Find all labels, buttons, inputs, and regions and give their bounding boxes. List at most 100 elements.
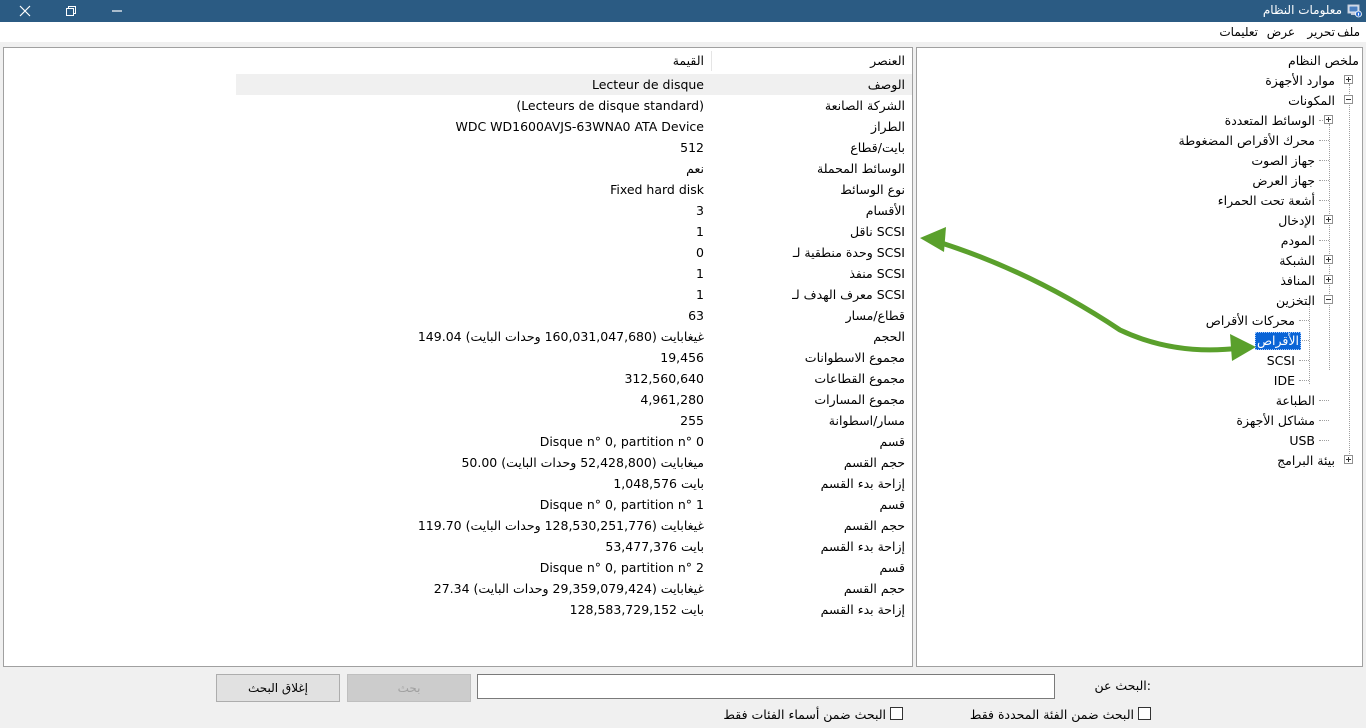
expand-software-env-icon[interactable] [1344, 455, 1353, 464]
expand-ports-icon[interactable] [1324, 275, 1333, 284]
tree-item-sound-device[interactable]: جهاز الصوت [1251, 153, 1315, 169]
collapse-components-icon[interactable] [1344, 95, 1353, 104]
menu-edit[interactable]: تحرير [1307, 25, 1335, 39]
table-cell-value: 4,961,280 [640, 392, 704, 407]
tree-item-ports[interactable]: المنافذ [1280, 273, 1315, 289]
table-cell-value: WDC WD1600AVJS-63WNA0 ATA Device [455, 119, 704, 134]
tree-item-cd-rom[interactable]: محرك الأقراص المضغوطة [1179, 133, 1315, 149]
search-input[interactable] [477, 674, 1055, 699]
close-icon [19, 5, 31, 17]
table-cell-item: قسم [879, 434, 905, 449]
expand-multimedia-icon[interactable] [1324, 115, 1333, 124]
search-category-names-checkbox[interactable] [890, 707, 903, 720]
tree-connector [1319, 180, 1329, 181]
table-cell-item: وحدة منطقية لـ SCSI [792, 245, 905, 260]
tree-item-display[interactable]: جهاز العرض [1252, 173, 1315, 189]
table-cell-item: الأقسام [865, 203, 905, 218]
tree-item-drives[interactable]: محركات الأقراص [1206, 313, 1295, 329]
menu-view[interactable]: عرض [1267, 25, 1295, 39]
column-separator[interactable] [711, 51, 712, 71]
tree-item-software-environment[interactable]: بيئة البرامج [1277, 453, 1335, 469]
minimize-button[interactable] [94, 0, 140, 22]
table-cell-value: 128,583,729,152 بايت [569, 602, 704, 617]
table-cell-item: إزاحة بدء القسم [820, 602, 905, 617]
table-cell-item: مجموع المسارات [814, 392, 905, 407]
restore-button[interactable] [48, 0, 94, 22]
table-cell-value: 19,456 [660, 350, 704, 365]
menu-help[interactable]: تعليمات [1219, 25, 1258, 39]
table-cell-value: Disque n° 0, partition n° 1 [539, 497, 704, 512]
tree-connector [1329, 124, 1330, 370]
table-cell-item: حجم القسم [843, 455, 905, 470]
table-cell-item: الوصف [867, 77, 905, 92]
table-cell-item: معرف الهدف لـ SCSI [792, 287, 905, 302]
table-cell-item: الحجم [873, 329, 905, 344]
table-cell-item: حجم القسم [843, 518, 905, 533]
search-selected-category-label[interactable]: البحث ضمن الفئة المحددة فقط [970, 707, 1134, 722]
table-cell-item: بايت/قطاع [850, 140, 905, 155]
tree-item-problem-devices[interactable]: مشاكل الأجهزة [1236, 413, 1315, 429]
table-cell-value: Disque n° 0, partition n° 0 [539, 434, 704, 449]
tree-item-hardware-resources[interactable]: موارد الأجهزة [1265, 73, 1335, 89]
table-cell-value: Fixed hard disk [610, 182, 704, 197]
search-label: البحث عن: [1094, 678, 1151, 693]
tree-item-storage[interactable]: التخزين [1276, 293, 1315, 309]
table-cell-item: قسم [879, 497, 905, 512]
window-title: معلومات النظام [1262, 3, 1342, 17]
tree-item-system-summary[interactable]: ملخص النظام [1288, 53, 1359, 69]
table-cell-item: قسم [879, 560, 905, 575]
search-category-names-label[interactable]: البحث ضمن أسماء الفئات فقط [723, 707, 886, 722]
table-cell-value: 1,048,576 بايت [613, 476, 704, 491]
table-cell-value: 312,560,640 [624, 371, 704, 386]
table-cell-value: 255 [680, 413, 704, 428]
menu-file[interactable]: ملف [1337, 25, 1360, 39]
tree-item-input[interactable]: الإدخال [1278, 213, 1315, 229]
find-button[interactable]: بحث [347, 674, 471, 702]
table-cell-value: 149.04 غيغابايت (160,031,047,680 وحدات ا… [417, 329, 704, 344]
table-cell-item: مسار/اسطوانة [828, 413, 905, 428]
table-cell-item: مجموع القطاعات [814, 371, 905, 386]
expand-hardware-resources-icon[interactable] [1344, 75, 1353, 84]
column-header-item[interactable]: العنصر [870, 53, 905, 68]
tree-item-printing[interactable]: الطباعة [1276, 393, 1315, 409]
tree-item-components[interactable]: المكونات [1288, 93, 1335, 109]
search-selected-category-checkbox[interactable] [1138, 707, 1151, 720]
table-cell-value: 512 [680, 140, 704, 155]
tree-item-disks[interactable]: الأقراص [1254, 332, 1301, 350]
expand-input-icon[interactable] [1324, 215, 1333, 224]
table-cell-value: 119.70 غيغابايت (128,530,251,776 وحدات ا… [417, 518, 704, 533]
table-cell-value: Disque n° 0, partition n° 2 [539, 560, 704, 575]
close-find-button[interactable]: إغلاق البحث [216, 674, 340, 702]
table-cell-value: (Lecteurs de disque standard) [516, 98, 704, 113]
table-cell-item: نوع الوسائط [840, 182, 905, 197]
tree-item-network[interactable]: الشبكة [1279, 253, 1315, 269]
tree-item-multimedia[interactable]: الوسائط المتعددة [1225, 113, 1315, 129]
close-button[interactable] [2, 0, 48, 22]
column-header-value[interactable]: القيمة [673, 53, 704, 68]
category-tree[interactable]: ملخص النظام موارد الأجهزة المكونات الوسا… [916, 47, 1363, 667]
table-cell-item: إزاحة بدء القسم [820, 539, 905, 554]
minimize-icon [112, 10, 122, 12]
title-bar: معلومات النظام [0, 0, 1366, 22]
tree-item-usb[interactable]: USB [1289, 433, 1315, 449]
tree-item-infrared[interactable]: أشعة تحت الحمراء [1218, 193, 1315, 209]
table-cell-item: ناقل SCSI [850, 224, 905, 239]
expand-network-icon[interactable] [1324, 255, 1333, 264]
collapse-storage-icon[interactable] [1324, 295, 1333, 304]
table-cell-value: 53,477,376 بايت [605, 539, 704, 554]
table-cell-value: 0 [696, 245, 704, 260]
tree-item-scsi[interactable]: SCSI [1267, 353, 1295, 369]
table-cell-value: نعم [686, 161, 704, 176]
table-cell-item: الشركة الصانعة [824, 98, 905, 113]
tree-connector [1309, 304, 1310, 384]
details-list[interactable]: العنصر القيمة الوصف Lecteur de disque الشر… [3, 47, 913, 667]
tree-connector [1349, 84, 1350, 462]
tree-connector [1299, 380, 1309, 381]
tree-item-modem[interactable]: المودم [1281, 233, 1315, 249]
table-cell-item: الطراز [871, 119, 905, 134]
table-cell-item: حجم القسم [843, 581, 905, 596]
tree-item-ide[interactable]: IDE [1274, 373, 1295, 389]
tree-connector [1319, 240, 1329, 241]
table-cell-value: 1 [696, 224, 704, 239]
table-cell-item: مجموع الاسطوانات [804, 350, 905, 365]
